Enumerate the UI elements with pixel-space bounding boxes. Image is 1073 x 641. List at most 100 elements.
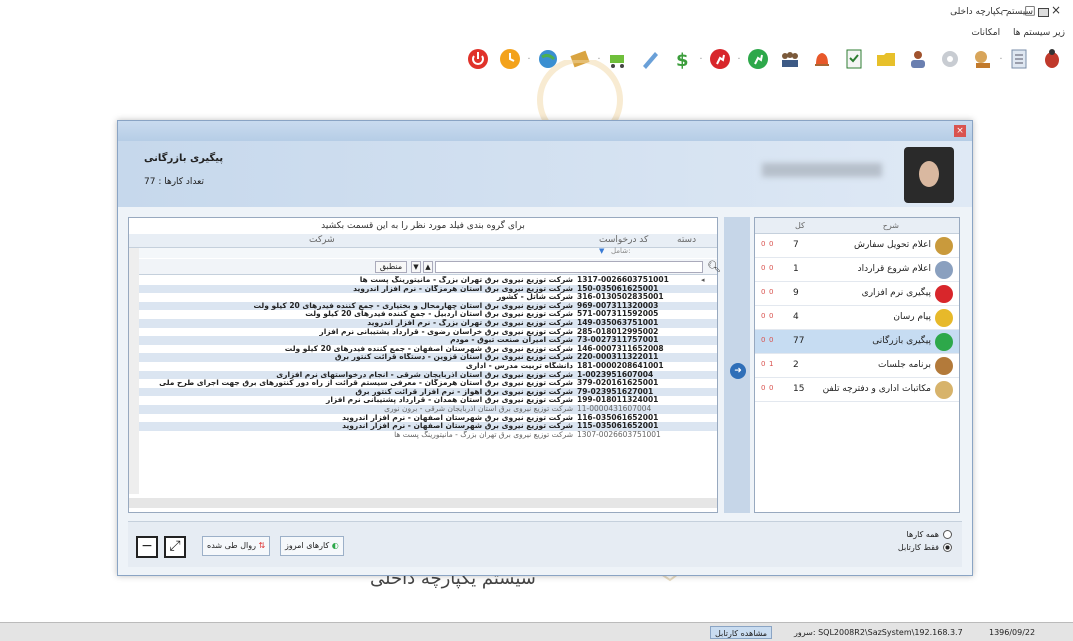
- column-request-code[interactable]: کد درخواست: [599, 235, 648, 245]
- company-cell: شرکت توزیع نیروی برق تهران بزرگ - مانیتو…: [359, 276, 573, 284]
- company-cell: شرکت توزیع نیروی برق استان چهارمحال و بخ…: [253, 301, 573, 310]
- table-row[interactable]: 149-035063751001 شرکت توزیع نیروی برق تهر…: [129, 318, 717, 328]
- team-button[interactable]: [774, 45, 806, 73]
- list-item[interactable]: پیگیری نرم افزاری 9 0 0: [755, 282, 959, 306]
- radio-all-label: همه کارها: [906, 530, 939, 539]
- filter-radio-group: همه کارها فقط کارتابل: [898, 526, 952, 552]
- bug-button[interactable]: [1036, 45, 1068, 73]
- list-item-label: مکاتبات اداری و دفترچه تلفن: [822, 384, 931, 394]
- list-item-label: برنامه جلسات: [877, 360, 931, 370]
- dialog-title-bar: [118, 121, 972, 141]
- history-button[interactable]: ⇅ روال طی شده: [202, 536, 271, 556]
- request-code-cell: 150-035061625001: [577, 284, 659, 293]
- table-row[interactable]: 571-007311592005 شرکت توزیع نیروی برق است…: [129, 310, 717, 319]
- table-row[interactable]: 220-000311322011 شرکت توزیع نیروی برق است…: [129, 353, 717, 362]
- list-item-label: پیگیری بازرگانی: [872, 336, 931, 346]
- dialog-close-button[interactable]: ×: [954, 125, 966, 137]
- table-row[interactable]: 73-0027311757001 شرکت امیران صنعت تبوق - …: [129, 336, 717, 345]
- list-item[interactable]: پیگیری بازرگانی 77 0 0: [755, 330, 959, 354]
- table-row[interactable]: 116-035061652001 شرکت توزیع نیروی برق شهر…: [129, 413, 717, 423]
- company-cell: شرکت توزیع نیروی برق استان آذربایجان شرق…: [276, 370, 573, 379]
- folder-icon: [935, 309, 953, 327]
- today-tasks-button[interactable]: ◐ کارهای امروز: [280, 536, 344, 556]
- company-cell: شرکت توزیع نیروی برق استان هرمزگان - نرم…: [353, 284, 573, 293]
- table-row[interactable]: 969-007311320003 شرکت توزیع نیروی برق است…: [129, 301, 717, 311]
- checklist-button[interactable]: [838, 45, 870, 73]
- table-row[interactable]: 115-035061652001 شرکت توزیع نیروی برق شهر…: [129, 422, 717, 431]
- requests-grid: برای گروه بندی فیلد مورد نظر را به این ق…: [128, 217, 721, 513]
- company-cell: شرکت توزیع نیروی برق شهرستان اصفهان - جم…: [284, 344, 573, 353]
- radio-all-tasks[interactable]: همه کارها: [898, 530, 952, 539]
- list-item[interactable]: اعلام شروع قرارداد 1 0 0: [755, 258, 959, 282]
- expand-button[interactable]: ⤢: [164, 536, 186, 558]
- status-date: 1396/09/22: [989, 628, 1036, 637]
- menu-item-subsystems[interactable]: زیر سیستم ها: [1013, 28, 1065, 38]
- close-button[interactable]: ×: [1046, 3, 1066, 21]
- list-item-new: 0: [769, 384, 774, 392]
- collapse-button[interactable]: −: [136, 536, 158, 558]
- table-row[interactable]: 146-0007311652008 شرکت توزیع نیروی برق شه…: [129, 344, 717, 354]
- list-item-overdue: 0: [761, 360, 766, 368]
- request-code-cell: 316-0130502835001: [577, 293, 664, 302]
- maximize-button[interactable]: □: [1020, 3, 1040, 21]
- filter-row[interactable]: ▼ شامل:: [129, 247, 717, 258]
- table-row[interactable]: 1317-0026603751001 شرکت توزیع نیروی برق ت…: [129, 276, 717, 285]
- list-item-label: اعلام شروع قرارداد: [857, 264, 931, 274]
- table-row[interactable]: 316-0130502835001 شرکت شاتل - کشور: [129, 293, 717, 302]
- search-down-button[interactable]: ▼: [411, 261, 421, 273]
- horizontal-scrollbar[interactable]: [129, 498, 717, 508]
- table-row[interactable]: 150-035061625001 شرکت توزیع نیروی برق است…: [129, 284, 717, 294]
- table-row[interactable]: 1307-0026603751001 شرکت توزیع نیروی برق ت…: [129, 430, 717, 440]
- list-item-new: 0: [769, 240, 774, 248]
- menu-item-features[interactable]: امکانات: [971, 28, 1000, 38]
- search-input[interactable]: [435, 261, 703, 273]
- splitter: ➜: [724, 217, 750, 513]
- company-cell: شرکت توزیع نیروی برق استان همدان - قرارد…: [326, 396, 573, 405]
- list-item[interactable]: اعلام تحویل سفارش 7 0 0: [755, 234, 959, 258]
- list-item[interactable]: پیام رسان 4 0 0: [755, 306, 959, 330]
- table-row[interactable]: 79-023951627001 شرکت توزیع نیروی برق اهوا…: [129, 387, 717, 397]
- task-count: تعداد کارها : 77: [144, 177, 205, 187]
- arrow-right-icon[interactable]: ➜: [730, 363, 746, 379]
- green-runner-icon: [935, 333, 953, 351]
- table-row[interactable]: 11-0000431607004 شرکت توزیع نیروی برق است…: [129, 404, 717, 414]
- folder-button[interactable]: [870, 45, 902, 73]
- request-code-cell: 79-023951627001: [577, 387, 654, 396]
- bug-icon: [1045, 49, 1059, 68]
- table-row[interactable]: 379-020161625001 شرکت توزیع نیروی برق است…: [129, 379, 717, 388]
- list-item-overdue: 0: [761, 384, 766, 392]
- table-row[interactable]: 199-018011324001 شرکت توزیع نیروی برق است…: [129, 396, 717, 405]
- list-item[interactable]: برنامه جلسات 2 0 1: [755, 354, 959, 378]
- column-category[interactable]: دسته: [677, 235, 696, 245]
- radio-inbox-only[interactable]: فقط کارتابل: [898, 543, 952, 552]
- user-name-blurred: [762, 163, 882, 177]
- list-button[interactable]: [1004, 45, 1036, 73]
- menu-bar: زیر سیستم ها امکانات: [961, 28, 1065, 38]
- request-code-cell: 1317-0026603751001: [577, 276, 669, 284]
- match-button[interactable]: منطبق: [375, 261, 407, 273]
- team-icon: [782, 52, 798, 67]
- list-column-title: شرح: [882, 221, 899, 230]
- company-cell: شرکت توزیع نیروی برق تهران بزرگ - مانیتو…: [394, 430, 573, 439]
- search-icon[interactable]: 🔍︎: [707, 260, 721, 273]
- table-row[interactable]: 181-0000208641001 دانشگاه تربیت مدرس - اد…: [129, 361, 717, 371]
- search-up-button[interactable]: ▲: [423, 261, 433, 273]
- list-item-overdue: 0: [761, 312, 766, 320]
- expand-icon: ⤢: [169, 538, 181, 554]
- column-company[interactable]: شرکت: [309, 235, 335, 245]
- status-server: سرور: SQL2008R2\SazSystem\192.168.3.7: [794, 628, 963, 637]
- table-row[interactable]: 1-0023951607004 شرکت توزیع نیروی برق استا…: [129, 370, 717, 380]
- status-bar: 1396/09/22 سرور: SQL2008R2\SazSystem\192…: [0, 622, 1073, 641]
- minimize-button[interactable]: –: [995, 3, 1015, 21]
- bell-button[interactable]: [806, 45, 838, 73]
- list-item[interactable]: مکاتبات اداری و دفترچه تلفن 15 0 0: [755, 378, 959, 402]
- view-inbox-link[interactable]: مشاهده کارتابل: [710, 626, 773, 639]
- settings-button[interactable]: [934, 45, 966, 73]
- current-row-indicator: ◂: [701, 276, 705, 284]
- table-row[interactable]: 285-018012995002 شرکت توزیع نیروی برق خرا…: [129, 327, 717, 337]
- bell-icon: [815, 53, 829, 66]
- user-button[interactable]: [902, 45, 934, 73]
- vertical-scrollbar[interactable]: [129, 248, 139, 494]
- list-item-count: 77: [793, 336, 805, 346]
- tools-button[interactable]: [966, 45, 998, 73]
